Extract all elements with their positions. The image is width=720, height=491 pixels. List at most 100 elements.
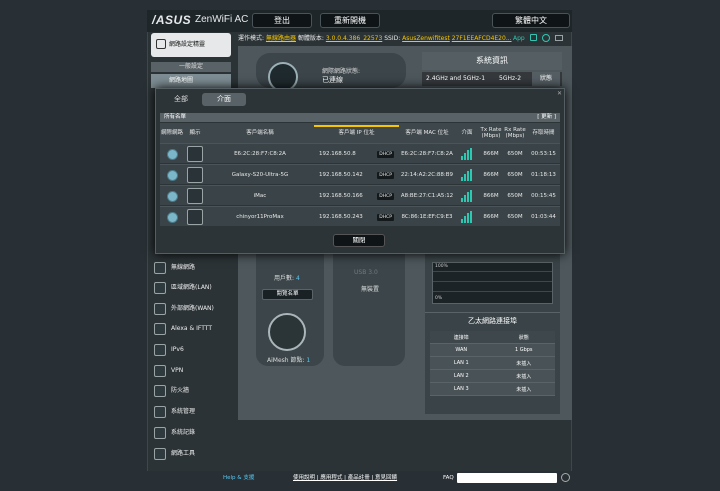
gear-icon [154, 406, 166, 418]
view-list-button[interactable]: 閱覽名單 [262, 289, 313, 300]
client-name[interactable]: Galaxy-S20-Ultra-5G [206, 165, 314, 185]
column-header[interactable]: 存取時間 [527, 123, 560, 143]
sidebar-item-alexa[interactable]: Alexa & IFTTT [151, 320, 231, 338]
usb-label: USB 3.0 [354, 269, 378, 276]
globe-icon[interactable] [166, 148, 178, 160]
device-icon[interactable] [187, 188, 203, 204]
column-header[interactable]: Rx Rate (Mbps) [503, 123, 527, 143]
signal-icon [460, 148, 474, 160]
device-icon[interactable] [187, 209, 203, 225]
help-link[interactable]: Help & 支援 [223, 471, 254, 485]
sidebar-item-log[interactable]: 系統記錄 [151, 424, 231, 442]
table-row: LAN 1 未插入 [430, 357, 555, 370]
table-row[interactable]: Galaxy-S20-Ultra-5G 192.168.50.142 DHCP 2… [160, 164, 560, 184]
general-header: 一般設定 [151, 62, 231, 72]
sidebar-item-ipv6[interactable]: IPv6 [151, 341, 231, 359]
faq-label: FAQ [443, 475, 454, 481]
sidebar-item-label: Alexa & IFTTT [171, 325, 212, 332]
sidebar-item-vpn[interactable]: VPN [151, 362, 231, 380]
client-name[interactable]: chinyor11ProMax [206, 207, 314, 227]
globe-icon[interactable] [166, 190, 178, 202]
client-mac: 8C:86:1E:EF:C9:E3 [401, 214, 453, 220]
signal-icon [460, 169, 474, 181]
ssid-link[interactable]: AsusZenwifitest [402, 35, 450, 42]
mode-link[interactable]: 無線路由器 [266, 35, 296, 42]
aimesh-icon[interactable] [268, 313, 306, 351]
sidebar-item-network-map[interactable]: 網路地圖 [151, 74, 231, 88]
tab-status[interactable]: 狀態 [532, 72, 560, 86]
quick-setup-button[interactable]: 網路設定精靈 [151, 33, 231, 57]
column-header[interactable]: 客戶端 MAC 位址 [399, 123, 455, 143]
sidebar-item-admin[interactable]: 系統管理 [151, 403, 231, 421]
sidebar-item-firewall[interactable]: 防火牆 [151, 382, 231, 400]
sidebar-item-wireless[interactable]: 無線網路 [151, 259, 231, 277]
firmware-label: 韌體版本: [297, 35, 324, 42]
usb-icon[interactable] [555, 35, 563, 41]
close-icon[interactable]: ✕ [557, 90, 562, 97]
device-icon[interactable] [187, 167, 203, 183]
close-button[interactable]: 關閉 [333, 234, 385, 247]
sidebar-item-label: VPN [171, 367, 184, 374]
internet-status-value: 已連線 [322, 76, 343, 84]
wifi-icon [154, 262, 166, 274]
reboot-button[interactable]: 重新開機 [320, 13, 380, 28]
network-icon[interactable] [542, 34, 550, 42]
rx-rate: 650M [507, 172, 523, 178]
signal-icon [460, 211, 474, 223]
aimesh-label: AiMesh 節點: [267, 357, 305, 364]
tab-interface[interactable]: 介面 [202, 93, 246, 106]
log-icon [154, 427, 166, 439]
access-time: 00:53:15 [531, 151, 556, 157]
access-time: 01:03:44 [531, 214, 556, 220]
client-count-value: 4 [295, 275, 300, 282]
sidebar-item-wan[interactable]: 外部網路(WAN) [151, 300, 231, 318]
device-icon[interactable] [187, 146, 203, 162]
globe-icon[interactable] [166, 169, 178, 181]
search-icon[interactable] [561, 473, 570, 482]
sidebar-item-label: IPv6 [171, 346, 184, 353]
client-mac: E6:2C:28:F7:C8:2A [401, 151, 453, 157]
tab-all[interactable]: 全部 [162, 93, 200, 106]
column-header[interactable]: 客戶端名稱 [206, 123, 314, 143]
firewall-icon [154, 385, 166, 397]
usb-status: 無裝置 [361, 286, 380, 293]
client-name[interactable]: iMac [206, 186, 314, 206]
globe-icon[interactable] [166, 211, 178, 223]
client-ip: 192.168.50.142 [319, 172, 363, 178]
table-header: 連接埠 狀態 [430, 331, 555, 344]
ssid-2-link[interactable]: 27F1EEAFCD4E20... [452, 35, 512, 42]
user-icon[interactable] [530, 34, 537, 41]
client-ip: 192.168.50.243 [319, 214, 363, 220]
table-row[interactable]: E6:2C:28:F7:C8:2A 192.168.50.8 DHCP E6:2C… [160, 143, 560, 163]
sidebar-item-tools[interactable]: 網路工具 [151, 445, 231, 463]
tab-5ghz-2[interactable]: 5GHz-2 [499, 72, 521, 86]
footer-links[interactable]: 使用說明 | 應用程式 | 產品註冊 | 意見回饋 [293, 471, 397, 485]
app-link[interactable]: App [513, 35, 525, 42]
column-header[interactable]: Tx Rate (Mbps) [479, 123, 503, 143]
firmware-link[interactable]: 3.0.0.4.386_22573 [326, 35, 382, 42]
globe-icon [154, 303, 166, 315]
asus-logo: /ASUS [152, 13, 192, 27]
table-row[interactable]: chinyor11ProMax 192.168.50.243 DHCP 8C:86… [160, 206, 560, 226]
port-status: 未插入 [516, 373, 532, 380]
vpn-icon [154, 365, 166, 377]
language-select[interactable]: 繁體中文 [492, 13, 570, 28]
tab-24ghz[interactable]: 2.4GHz and 5GHz-1 [426, 72, 485, 86]
refresh-link[interactable]: [ 更新 ] [537, 113, 556, 122]
port-name: LAN 1 [453, 360, 469, 366]
port-name: LAN 2 [453, 373, 469, 379]
access-time: 00:15:45 [531, 193, 556, 199]
graph-max-label: 100% [435, 264, 448, 269]
logout-button[interactable]: 登出 [252, 13, 312, 28]
sidebar-item-lan[interactable]: 區域網路(LAN) [151, 279, 231, 297]
client-mac: A8:BE:27:C1:A5:12 [400, 193, 454, 199]
aimesh-nodes: AiMesh 節點: 1 [267, 355, 310, 364]
column-header[interactable]: 介面 [455, 123, 479, 143]
sidebar-item-label: 網路工具 [171, 450, 196, 457]
tools-icon [154, 448, 166, 460]
faq-search-input[interactable] [457, 473, 557, 483]
client-name[interactable]: E6:2C:28:F7:C8:2A [206, 144, 314, 164]
column-header: 連接埠 [453, 334, 469, 341]
table-row[interactable]: iMac 192.168.50.166 DHCP A8:BE:27:C1:A5:1… [160, 185, 560, 205]
client-count-label: 用戶數: [274, 275, 295, 282]
